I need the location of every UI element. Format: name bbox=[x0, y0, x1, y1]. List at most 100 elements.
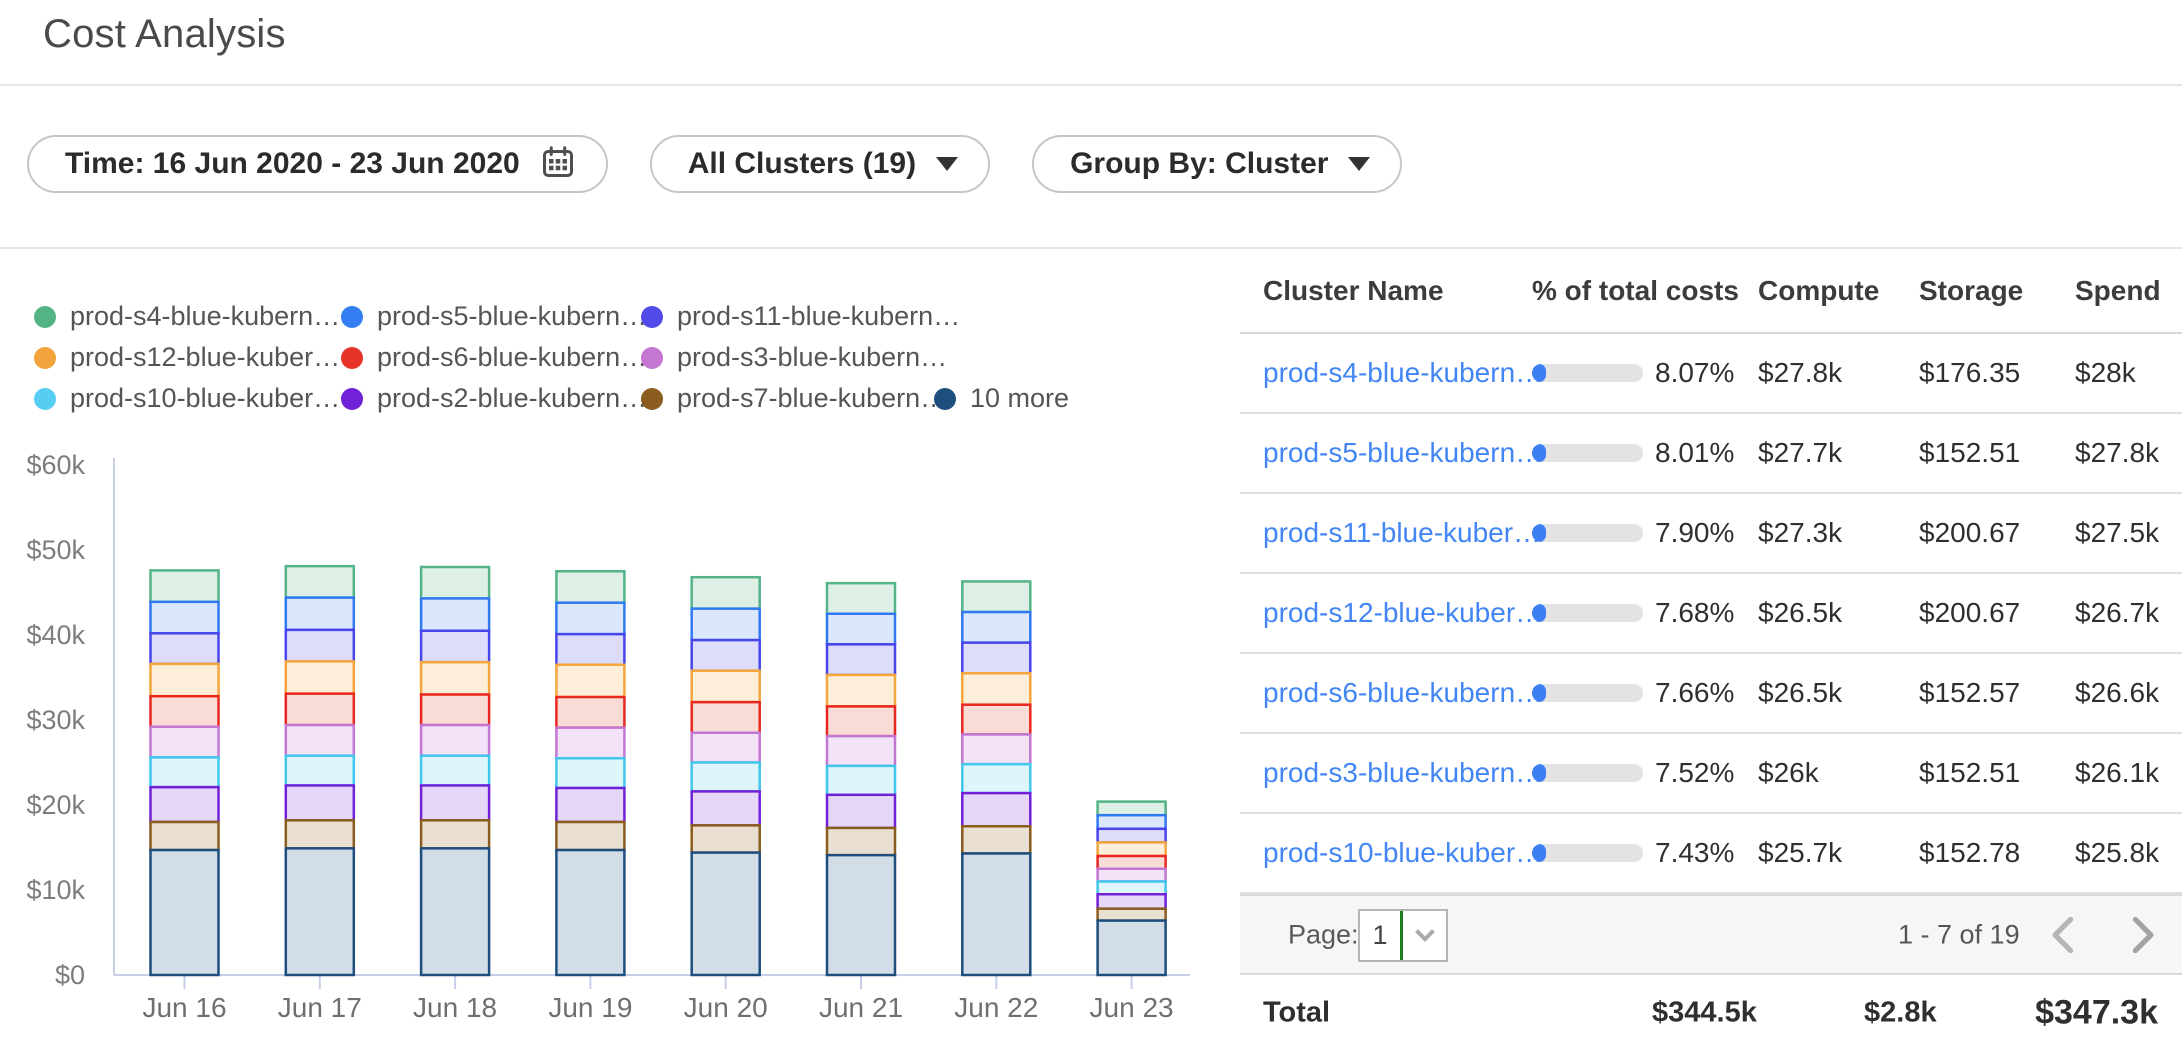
cluster-name-link[interactable]: prod-s10-blue-kuber… bbox=[1263, 837, 1543, 869]
bar-segment[interactable] bbox=[827, 855, 895, 975]
bar-segment[interactable] bbox=[962, 581, 1030, 612]
bar-segment[interactable] bbox=[692, 577, 760, 608]
cluster-name-link[interactable]: prod-s11-blue-kuber… bbox=[1263, 517, 1541, 549]
bar-segment[interactable] bbox=[286, 725, 354, 756]
bar-segment[interactable] bbox=[421, 695, 489, 726]
bar-segment[interactable] bbox=[421, 662, 489, 694]
legend-item[interactable]: prod-s4-blue-kubern… bbox=[34, 296, 340, 337]
bar-segment[interactable] bbox=[286, 598, 354, 630]
bar-segment[interactable] bbox=[962, 673, 1030, 704]
bar-segment[interactable] bbox=[151, 696, 219, 727]
bar-segment[interactable] bbox=[556, 822, 624, 850]
bar-segment[interactable] bbox=[692, 671, 760, 702]
bar-segment[interactable] bbox=[286, 785, 354, 820]
bar-segment[interactable] bbox=[827, 706, 895, 736]
bar-segment[interactable] bbox=[962, 734, 1030, 764]
bar-segment[interactable] bbox=[286, 848, 354, 975]
legend-item[interactable]: prod-s2-blue-kubern… bbox=[341, 378, 647, 419]
bar-segment[interactable] bbox=[962, 612, 1030, 643]
legend-item[interactable]: prod-s10-blue-kuber… bbox=[34, 378, 340, 419]
bar-segment[interactable] bbox=[962, 826, 1030, 853]
bar-segment[interactable] bbox=[827, 644, 895, 675]
bar-segment[interactable] bbox=[827, 675, 895, 706]
bar-segment[interactable] bbox=[151, 664, 219, 696]
bar-segment[interactable] bbox=[1098, 829, 1166, 843]
legend-item[interactable]: prod-s3-blue-kubern… bbox=[641, 337, 947, 378]
bar-segment[interactable] bbox=[151, 727, 219, 758]
page-select[interactable]: 1 bbox=[1358, 909, 1448, 962]
bar-segment[interactable] bbox=[1098, 842, 1166, 856]
bar-segment[interactable] bbox=[962, 853, 1030, 975]
bar-segment[interactable] bbox=[421, 598, 489, 630]
bar-segment[interactable] bbox=[692, 640, 760, 671]
bar-segment[interactable] bbox=[151, 850, 219, 975]
bar-segment[interactable] bbox=[556, 571, 624, 602]
bar-segment[interactable] bbox=[827, 583, 895, 614]
bar-segment[interactable] bbox=[692, 853, 760, 975]
bar-segment[interactable] bbox=[692, 763, 760, 792]
bar-segment[interactable] bbox=[286, 756, 354, 786]
bar-segment[interactable] bbox=[556, 850, 624, 975]
bar-segment[interactable] bbox=[1098, 869, 1166, 882]
bar-segment[interactable] bbox=[1098, 894, 1166, 908]
legend-item[interactable]: 10 more bbox=[934, 378, 1069, 419]
bar-segment[interactable] bbox=[827, 828, 895, 855]
bar-segment[interactable] bbox=[1098, 856, 1166, 869]
cluster-name-link[interactable]: prod-s3-blue-kubern… bbox=[1263, 757, 1543, 789]
bar-segment[interactable] bbox=[1098, 921, 1166, 975]
bar-segment[interactable] bbox=[556, 603, 624, 634]
bar-segment[interactable] bbox=[827, 614, 895, 645]
bar-segment[interactable] bbox=[556, 665, 624, 697]
bar-segment[interactable] bbox=[151, 787, 219, 822]
bar-segment[interactable] bbox=[827, 795, 895, 828]
bar-segment[interactable] bbox=[421, 725, 489, 756]
bar-segment[interactable] bbox=[1098, 882, 1166, 895]
legend-item[interactable]: prod-s11-blue-kubern… bbox=[641, 296, 960, 337]
legend-item[interactable]: prod-s12-blue-kuber… bbox=[34, 337, 340, 378]
bar-segment[interactable] bbox=[692, 733, 760, 763]
next-page-button[interactable] bbox=[2122, 913, 2166, 957]
bar-segment[interactable] bbox=[286, 820, 354, 848]
bar-segment[interactable] bbox=[421, 848, 489, 975]
bar-segment[interactable] bbox=[421, 567, 489, 598]
bar-segment[interactable] bbox=[151, 822, 219, 850]
bar-segment[interactable] bbox=[692, 609, 760, 640]
cluster-name-link[interactable]: prod-s12-blue-kuber… bbox=[1263, 597, 1543, 629]
prev-page-button[interactable] bbox=[2040, 913, 2084, 957]
bar-segment[interactable] bbox=[827, 736, 895, 766]
bar-segment[interactable] bbox=[286, 566, 354, 597]
bar-segment[interactable] bbox=[286, 630, 354, 661]
time-range-filter[interactable]: Time: 16 Jun 2020 - 23 Jun 2020 bbox=[27, 135, 608, 193]
bar-segment[interactable] bbox=[1098, 802, 1166, 816]
bar-segment[interactable] bbox=[556, 758, 624, 788]
bar-segment[interactable] bbox=[421, 756, 489, 786]
bar-segment[interactable] bbox=[286, 694, 354, 725]
legend-item[interactable]: prod-s6-blue-kubern… bbox=[341, 337, 647, 378]
bar-segment[interactable] bbox=[421, 785, 489, 820]
bar-segment[interactable] bbox=[962, 643, 1030, 674]
bar-segment[interactable] bbox=[421, 631, 489, 662]
bar-segment[interactable] bbox=[962, 764, 1030, 793]
legend-item[interactable]: prod-s7-blue-kubern… bbox=[641, 378, 947, 419]
bar-segment[interactable] bbox=[151, 602, 219, 633]
cluster-name-link[interactable]: prod-s5-blue-kubern… bbox=[1263, 437, 1543, 469]
bar-segment[interactable] bbox=[962, 793, 1030, 826]
group-by-dropdown[interactable]: Group By: Cluster bbox=[1032, 135, 1402, 193]
bar-segment[interactable] bbox=[962, 705, 1030, 735]
bar-segment[interactable] bbox=[692, 702, 760, 733]
bar-segment[interactable] bbox=[151, 757, 219, 787]
bar-segment[interactable] bbox=[556, 728, 624, 759]
bar-segment[interactable] bbox=[421, 820, 489, 848]
clusters-filter-dropdown[interactable]: All Clusters (19) bbox=[650, 135, 990, 193]
bar-segment[interactable] bbox=[151, 570, 219, 601]
legend-item[interactable]: prod-s5-blue-kubern… bbox=[341, 296, 647, 337]
bar-segment[interactable] bbox=[286, 661, 354, 693]
cluster-name-link[interactable]: prod-s4-blue-kubern… bbox=[1263, 357, 1543, 389]
cluster-name-link[interactable]: prod-s6-blue-kubern… bbox=[1263, 677, 1543, 709]
bar-segment[interactable] bbox=[556, 634, 624, 665]
bar-segment[interactable] bbox=[556, 697, 624, 728]
bar-segment[interactable] bbox=[692, 791, 760, 825]
bar-segment[interactable] bbox=[556, 788, 624, 822]
bar-segment[interactable] bbox=[1098, 909, 1166, 921]
bar-segment[interactable] bbox=[1098, 815, 1166, 829]
